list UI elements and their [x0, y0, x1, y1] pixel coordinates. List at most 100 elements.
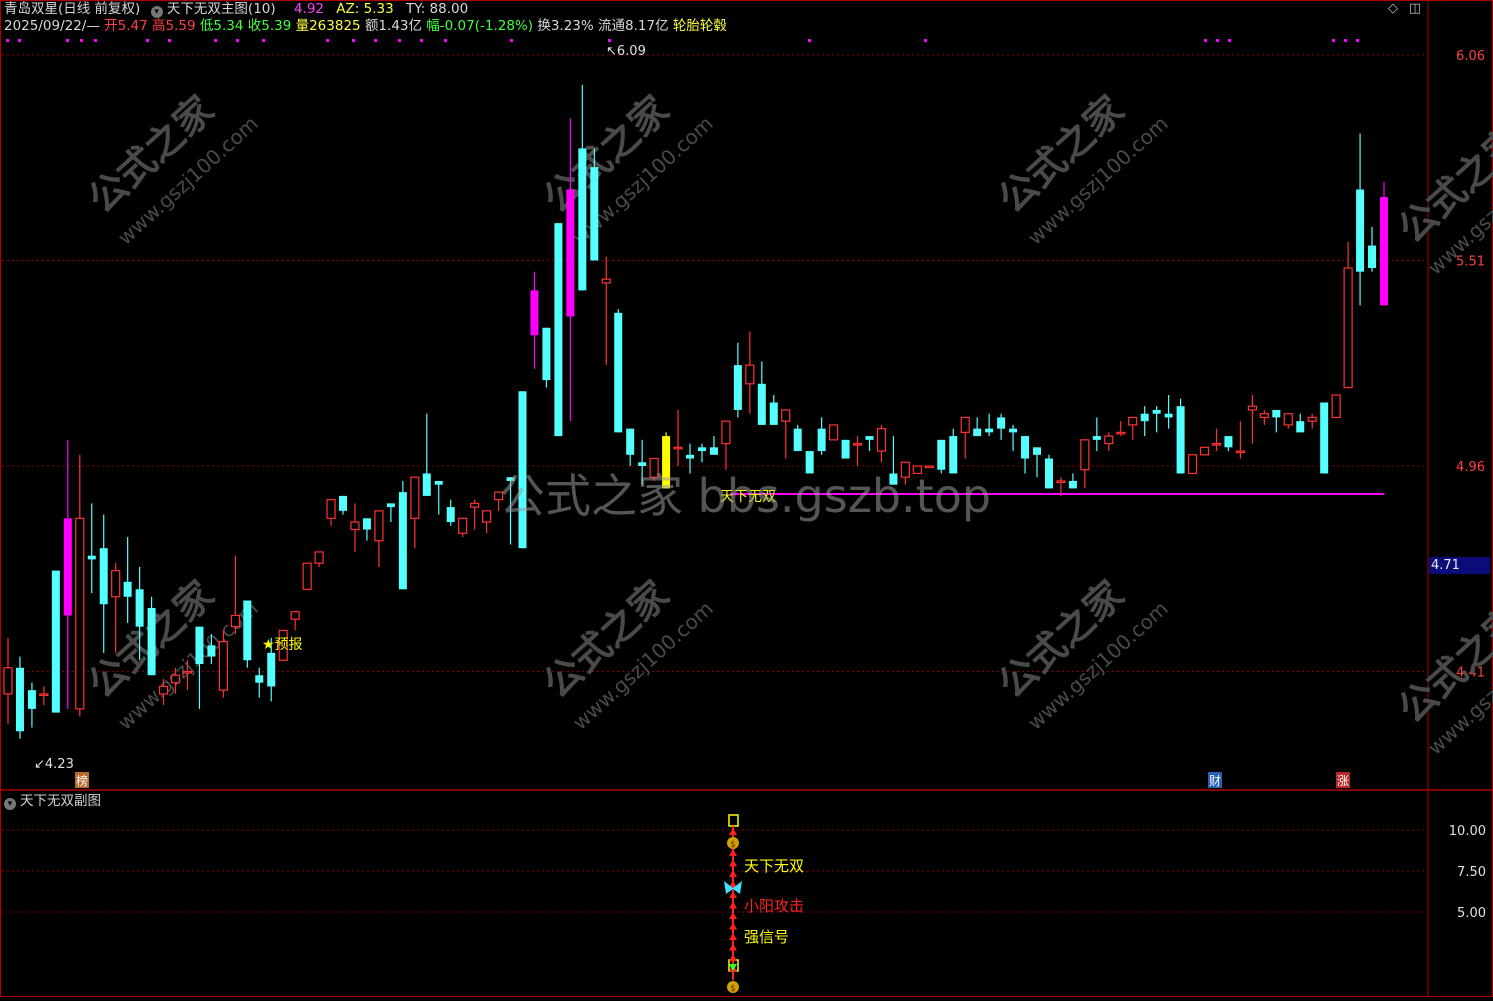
candle-body	[255, 675, 264, 683]
watermark: 公式之家www.gszj100.com	[990, 87, 1173, 249]
candle-body	[422, 473, 431, 496]
up-arrow-icon	[729, 912, 737, 919]
candle-body	[75, 517, 85, 710]
candle-body	[1033, 447, 1042, 455]
candle-body	[841, 439, 850, 459]
signal-dot	[1204, 39, 1207, 42]
candle-body	[1272, 409, 1281, 418]
y-tick-label: 4.96	[1456, 460, 1485, 475]
candle-body	[1211, 442, 1222, 446]
candle-body	[817, 428, 826, 452]
candle-body	[362, 518, 371, 530]
sub-box-top	[728, 814, 739, 827]
up-arrow-icon	[729, 870, 737, 877]
candle-body	[937, 439, 946, 470]
candle-body	[1128, 416, 1138, 426]
current-price-tag: 4.71	[1429, 557, 1490, 574]
coin-icon-glyph: $	[730, 984, 736, 994]
candle-body	[614, 312, 623, 433]
candle-body	[398, 492, 407, 590]
up-arrow-icon	[729, 828, 737, 835]
signal-dot	[236, 39, 239, 42]
bottom-marker-text: 涨	[1337, 773, 1349, 788]
float-label: 流通8.17亿	[598, 18, 669, 34]
candle-body	[446, 507, 455, 523]
y-tick-label: 6.06	[1456, 49, 1485, 64]
candle-body	[267, 652, 276, 687]
candle-body	[1307, 416, 1317, 422]
date-label: 2025/09/22/—	[4, 18, 100, 34]
candle-body	[1104, 435, 1114, 445]
candle-body	[960, 416, 970, 433]
candle-body	[566, 189, 575, 317]
candle-body	[1116, 431, 1126, 435]
candle-body	[158, 685, 169, 695]
candle-body	[1331, 394, 1341, 419]
bottom-marker-text: 财	[1209, 774, 1221, 788]
indicator-name[interactable]: 天下无双主图(10)	[167, 1, 276, 17]
high-price-label: ↖6.09	[606, 44, 646, 59]
signal-dot	[326, 39, 329, 42]
candle-body	[865, 436, 874, 440]
signal-dot	[420, 39, 423, 42]
candle-body	[63, 518, 72, 616]
candle-body	[1164, 413, 1173, 418]
diamond-icon[interactable]: ◇	[1386, 2, 1400, 16]
up-arrow-icon	[729, 901, 737, 909]
signal-dot	[924, 39, 927, 42]
candle-body	[1080, 439, 1090, 471]
signal-dot	[398, 39, 401, 42]
candle-body	[590, 167, 599, 261]
candle-body	[1140, 413, 1149, 422]
candle-body	[218, 641, 228, 691]
signal-dot	[1332, 39, 1335, 42]
candle-body	[973, 428, 982, 437]
amount-label: 额1.43亿	[364, 18, 422, 34]
chevron-down-icon[interactable]: ▾	[4, 798, 16, 810]
candle-body	[434, 480, 443, 485]
coin-icon-glyph: $	[730, 840, 736, 850]
sub-label-attack: 小阳攻击	[744, 897, 804, 915]
chart-window: 6.06 5.51 4.96 4.41 公式之家 www.gszj100.com 公式之家 w…	[0, 0, 1493, 997]
change-label: 幅-0.07(-1.28%)	[426, 18, 534, 34]
concept-label[interactable]: 轮胎轮毂	[673, 18, 727, 34]
candle-body	[530, 290, 539, 336]
up-arrow-icon	[729, 849, 737, 856]
stock-name[interactable]: 青岛双星(日线 前复权)	[4, 1, 140, 17]
indicator-az: AZ: 5.33	[336, 1, 394, 17]
candle-body	[302, 562, 312, 590]
window-icon[interactable]: ◫	[1408, 2, 1422, 16]
candle-body	[876, 428, 887, 452]
up-arrow-icon	[729, 954, 737, 961]
sub-label-main: 天下无双	[744, 857, 804, 875]
signal-dot	[18, 39, 21, 42]
candle-body	[1368, 245, 1377, 268]
candle-body	[290, 611, 300, 620]
sub-panel-title[interactable]: ▾ 天下无双副图	[4, 793, 101, 810]
sub-y-tick-label: 10.00	[1449, 824, 1486, 839]
candlestick-chart[interactable]: 6.065.514.964.41公式之家www.gszj100.com 公式之家w…	[0, 0, 1493, 997]
signal-dot	[608, 39, 611, 42]
up-arrow-icon	[729, 943, 737, 951]
turnover-label: 换3.23%	[537, 18, 594, 34]
volume-label: 量263825	[295, 18, 361, 34]
up-arrow-icon	[729, 891, 737, 898]
candle-body	[924, 465, 934, 469]
candle-body	[985, 428, 994, 433]
candle-body	[350, 521, 360, 531]
signal-dot	[80, 39, 83, 42]
candle-body	[182, 670, 193, 674]
candle-body	[1343, 267, 1353, 389]
candle-body	[230, 614, 240, 628]
candle-body	[781, 409, 791, 422]
chevron-down-icon[interactable]: ▾	[150, 6, 163, 18]
watermark: 公式之家www.gszj100.com	[1390, 117, 1493, 279]
candle-body	[15, 667, 24, 732]
candle-body	[314, 551, 324, 564]
candle-body	[1296, 421, 1305, 433]
signal-dot	[352, 39, 355, 42]
candle-body	[39, 693, 49, 697]
candle-body	[470, 502, 480, 508]
candle-body	[793, 428, 802, 452]
candle-body	[1199, 446, 1210, 456]
